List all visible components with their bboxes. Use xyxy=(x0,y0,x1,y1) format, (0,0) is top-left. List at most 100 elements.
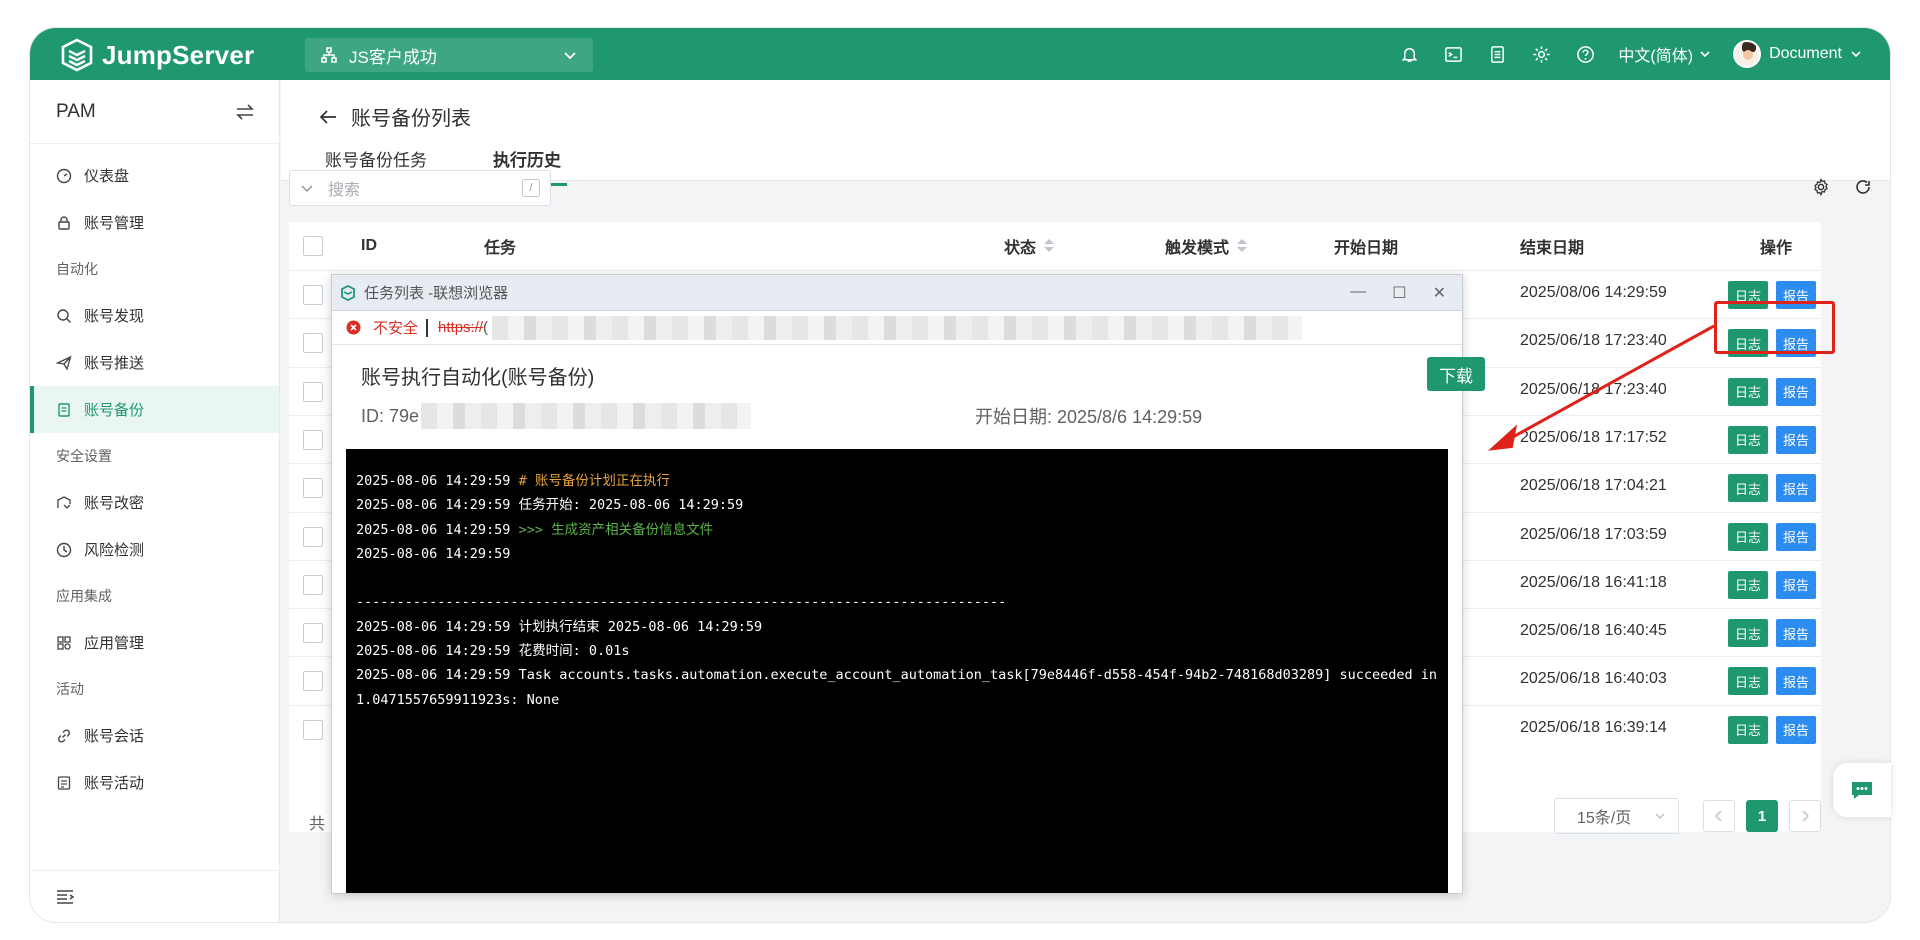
maximize-icon[interactable]: ☐ xyxy=(1392,283,1406,303)
log-timestamp: 2025-08-06 14:29:59 xyxy=(356,643,511,660)
sidebar-item-account-sessions[interactable]: 账号会话 xyxy=(30,712,279,759)
sidebar-title: PAM xyxy=(56,100,96,122)
sidebar-footer xyxy=(30,870,280,922)
next-page-button[interactable] xyxy=(1789,800,1821,832)
download-button[interactable]: 下载 xyxy=(1427,357,1485,391)
minimize-icon[interactable]: — xyxy=(1350,283,1366,303)
report-button[interactable]: 报告 xyxy=(1776,715,1816,744)
chevron-right-icon xyxy=(1802,810,1810,822)
search-shortcut: / xyxy=(522,179,540,197)
total-count: 共 xyxy=(309,816,326,833)
user-menu[interactable]: Document xyxy=(1733,40,1862,68)
report-button[interactable]: 报告 xyxy=(1776,474,1816,503)
dashboard-icon xyxy=(56,168,72,184)
sidebar-item-account-management[interactable]: 账号管理 xyxy=(30,199,279,246)
sidebar-item-label: 账号备份 xyxy=(84,402,145,419)
row-checkbox[interactable] xyxy=(303,671,323,692)
prev-page-button[interactable] xyxy=(1703,800,1735,832)
column-header-status-label: 状态 xyxy=(1004,240,1037,257)
bell-icon[interactable] xyxy=(1398,43,1420,65)
column-header-end-date: 结束日期 xyxy=(1520,240,1585,257)
chevron-down-icon xyxy=(1655,813,1665,820)
settings-icon[interactable] xyxy=(1530,43,1552,65)
sidebar-item-account-discovery[interactable]: 账号发现 xyxy=(30,292,279,339)
language-selector[interactable]: 中文(简体) xyxy=(1618,42,1711,66)
risk-icon xyxy=(56,542,72,558)
sidebar: PAM 仪表盘 账号管理 自动化 账号发现 账号推送 账号备份 安全设置 账号改… xyxy=(30,80,280,922)
report-button[interactable]: 报告 xyxy=(1776,619,1816,648)
report-button[interactable]: 报告 xyxy=(1776,425,1816,454)
sidebar-item-account-activity[interactable]: 账号活动 xyxy=(30,759,279,806)
row-checkbox[interactable] xyxy=(303,574,323,595)
log-popup-window: 任务列表 -联想浏览器 — ☐ ✕ 不安全 https:// ( 账号执行自动化… xyxy=(331,274,1485,894)
log-button[interactable]: 日志 xyxy=(1728,522,1768,551)
address-bar[interactable]: 不安全 https:// ( xyxy=(332,311,1462,345)
row-checkbox[interactable] xyxy=(303,429,323,450)
log-timestamp: 2025-08-06 14:29:59 xyxy=(356,473,511,489)
report-button[interactable]: 报告 xyxy=(1776,377,1816,406)
task-start-date: 开始日期: 2025/8/6 14:29:59 xyxy=(975,407,1203,427)
column-settings-icon[interactable] xyxy=(1812,178,1830,196)
close-icon[interactable]: ✕ xyxy=(1433,283,1446,303)
row-checkbox[interactable] xyxy=(303,381,323,402)
url-divider xyxy=(426,318,429,337)
row-checkbox[interactable] xyxy=(303,623,323,644)
help-icon[interactable] xyxy=(1574,43,1596,65)
chat-assistant-button[interactable] xyxy=(1833,763,1891,817)
sidebar-item-risk-detection[interactable]: 风险检测 xyxy=(30,526,279,573)
back-link[interactable]: 账号备份列表 xyxy=(319,102,471,131)
key-change-icon xyxy=(56,495,72,511)
sidebar-item-dashboard[interactable]: 仪表盘 xyxy=(30,152,279,199)
backup-icon xyxy=(56,402,72,418)
log-button[interactable]: 日志 xyxy=(1728,715,1768,744)
log-terminal[interactable]: 2025-08-06 14:29:59 # 账号备份计划正在执行 2025-08-… xyxy=(346,449,1448,893)
org-selector[interactable]: JS客户成功 xyxy=(305,38,593,72)
column-header-trigger[interactable]: 触发模式 xyxy=(1165,222,1248,270)
brand-logo[interactable]: JumpServer xyxy=(60,38,254,72)
refresh-icon[interactable] xyxy=(1854,178,1872,196)
sidebar-item-label: 账号发现 xyxy=(84,308,145,325)
insecure-warning-icon xyxy=(346,320,361,335)
select-all-checkbox[interactable] xyxy=(303,236,323,256)
collapse-menu-icon[interactable] xyxy=(56,889,74,905)
row-checkbox[interactable] xyxy=(303,719,323,740)
page-number-current[interactable]: 1 xyxy=(1746,800,1778,832)
sidebar-item-label: 账号会话 xyxy=(84,728,145,745)
sidebar-item-app-management[interactable]: 应用管理 xyxy=(30,619,279,666)
report-button[interactable]: 报告 xyxy=(1776,667,1816,696)
log-button[interactable]: 日志 xyxy=(1728,570,1768,599)
row-checkbox[interactable] xyxy=(303,333,323,354)
log-button[interactable]: 日志 xyxy=(1728,619,1768,648)
log-text: >>> 生成资产相关备份信息文件 xyxy=(518,521,714,538)
app-logo-icon xyxy=(341,284,355,301)
row-checkbox[interactable] xyxy=(303,526,323,547)
sidebar-group-activity: 活动 xyxy=(56,681,84,697)
report-button[interactable]: 报告 xyxy=(1776,570,1816,599)
activity-icon xyxy=(56,775,72,791)
sidebar-item-account-push[interactable]: 账号推送 xyxy=(30,339,279,386)
tickets-icon[interactable] xyxy=(1486,43,1508,65)
sidebar-item-password-change[interactable]: 账号改密 xyxy=(30,479,279,526)
language-label: 中文(简体) xyxy=(1618,48,1694,65)
apps-icon xyxy=(56,635,72,651)
switch-view-icon[interactable] xyxy=(235,102,255,122)
log-button[interactable]: 日志 xyxy=(1728,425,1768,454)
log-button[interactable]: 日志 xyxy=(1728,474,1768,503)
sidebar-item-account-backup[interactable]: 账号备份 xyxy=(30,386,279,433)
row-checkbox[interactable] xyxy=(303,285,323,305)
sidebar-item-label: 仪表盘 xyxy=(84,168,130,185)
insecure-label: 不安全 xyxy=(373,320,419,337)
log-timestamp: 2025-08-06 14:29:59 xyxy=(356,618,511,635)
page-size-select[interactable]: 15条/页 xyxy=(1554,798,1679,834)
log-button[interactable]: 日志 xyxy=(1728,377,1768,406)
sidebar-item-label: 账号管理 xyxy=(84,215,145,232)
annotation-highlight-box xyxy=(1714,301,1835,354)
report-button[interactable]: 报告 xyxy=(1776,522,1816,551)
log-line: 2025-08-06 14:29:59 Task accounts.tasks.… xyxy=(356,663,1438,712)
search-input[interactable]: 搜索 / xyxy=(289,170,551,206)
column-header-status[interactable]: 状态 xyxy=(1004,222,1055,270)
row-checkbox[interactable] xyxy=(303,478,323,499)
row-end-date: 2025/06/18 17:23:40 xyxy=(1520,332,1667,350)
log-button[interactable]: 日志 xyxy=(1728,667,1768,696)
terminal-icon[interactable] xyxy=(1442,43,1464,65)
